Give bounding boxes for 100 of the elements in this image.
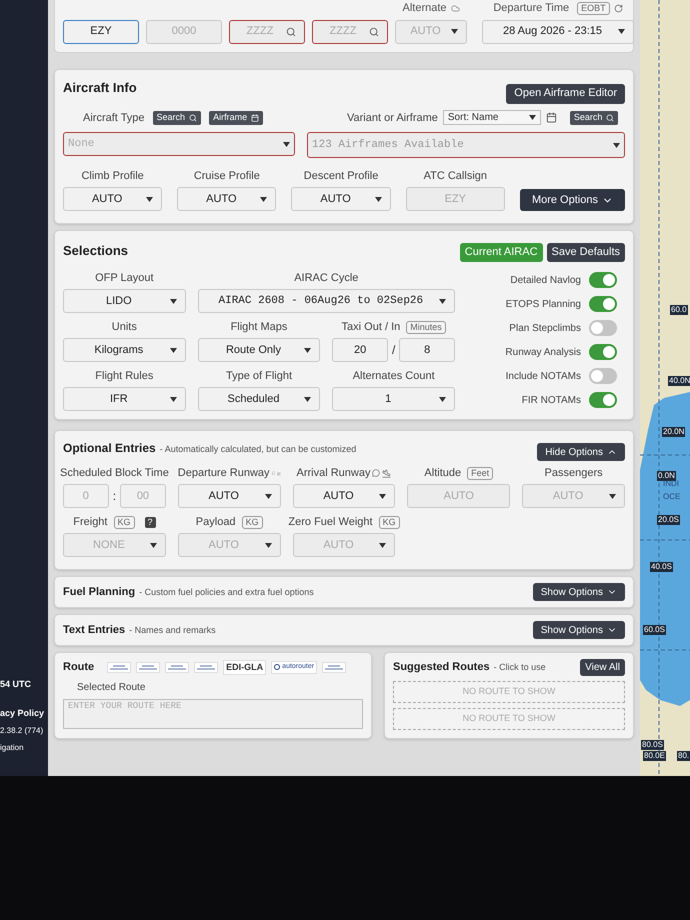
sidebar-text[interactable]: acy Policy <box>0 706 48 720</box>
section-title: Aircraft Info <box>63 78 137 96</box>
caret-icon <box>304 396 312 402</box>
select-field[interactable]: 28 Aug 2026 - 23:15 <box>482 20 634 44</box>
field-label: Departure Runway <box>178 466 270 481</box>
empty-route-box: NO ROUTE TO SHOW <box>393 708 625 730</box>
sort-select[interactable]: Sort: Name <box>442 110 541 126</box>
caret-icon <box>264 542 272 548</box>
more-options-button[interactable]: More Options <box>520 189 625 211</box>
select-field[interactable]: AUTO <box>291 187 391 211</box>
current-airac-button[interactable]: Current AIRAC <box>460 243 543 262</box>
map-label: 80.0E <box>643 751 666 761</box>
caret-icon <box>150 542 157 548</box>
select-field[interactable]: AUTO <box>63 187 162 211</box>
map-label: OCE <box>663 492 680 502</box>
caret-icon <box>438 396 446 402</box>
toggle-label: FIR NOTAMs <box>522 394 581 408</box>
section-title: Fuel Planning <box>63 584 136 600</box>
toggle-switch[interactable] <box>589 368 617 384</box>
section-title: Optional Entries <box>63 440 156 457</box>
caret-icon <box>379 542 386 548</box>
select-field[interactable]: AUTO <box>292 484 396 508</box>
field-label: Type of Flight <box>226 368 292 384</box>
field-label: Alternate <box>402 1 447 16</box>
field-label: ATC Callsign <box>424 168 487 184</box>
select-field[interactable]: AUTO <box>177 187 276 211</box>
input-field[interactable]: 20 <box>332 338 388 362</box>
map-label: 20.0S <box>657 515 680 525</box>
map-label: 80. <box>677 751 690 761</box>
sidebar-text: 2.38.2 (774) <box>0 725 44 737</box>
unit-badge: KG <box>378 516 400 528</box>
provider-link[interactable]: EDI-GLA <box>223 660 266 675</box>
caret-icon <box>264 494 272 498</box>
caret-icon <box>618 29 625 34</box>
section-title: Selections <box>63 242 128 260</box>
section-title: Text Entries <box>63 622 126 638</box>
unit-badge: Feet <box>467 466 494 480</box>
section-title: Route <box>63 660 94 675</box>
toggle-switch[interactable] <box>589 344 617 360</box>
toggle-switch[interactable] <box>589 272 617 288</box>
select-field[interactable]: AIRAC 2608 - 06Aug26 to 02Sep26 <box>198 289 455 313</box>
select-field[interactable]: Scheduled <box>198 387 320 411</box>
options-button[interactable]: Show Options <box>532 621 625 639</box>
refresh-icon[interactable] <box>614 4 623 13</box>
toggle-label: Plan Stepclimbs <box>509 322 581 336</box>
view-all-button[interactable]: View All <box>580 659 625 676</box>
field-label: Payload <box>196 514 236 530</box>
separator-text: / <box>392 342 396 359</box>
field-label: Arrival Runway <box>296 466 370 481</box>
toggle-switch[interactable] <box>589 320 617 336</box>
select-field[interactable]: Route Only <box>198 338 320 362</box>
caret-icon <box>379 494 386 498</box>
search-icon <box>286 26 296 36</box>
field-label: Alternates Count <box>352 368 435 384</box>
field-label: Departure Time <box>493 1 570 16</box>
map-label: 20.0N <box>662 427 686 437</box>
field-label: Cruise Profile <box>194 168 260 184</box>
select-field[interactable]: LIDO <box>63 289 186 313</box>
cloud-icon <box>450 4 460 13</box>
provider-logo-icon[interactable] <box>322 662 346 673</box>
input-field[interactable]: EZY <box>63 20 139 44</box>
caret-icon <box>170 348 177 352</box>
field-label: Freight <box>73 514 108 530</box>
save-defaults-button[interactable]: Save Defaults <box>546 243 625 262</box>
plane-landing-icon <box>382 468 392 478</box>
calendar-icon[interactable] <box>546 112 557 124</box>
separator-text: : <box>112 488 116 505</box>
options-button[interactable]: Hide Options <box>537 443 625 461</box>
select-field[interactable]: 1 <box>332 387 455 411</box>
provider-logo-icon[interactable] <box>165 662 190 673</box>
provider-logo-icon[interactable] <box>194 662 218 673</box>
help-badge[interactable]: ? <box>144 516 156 528</box>
select-field[interactable]: IFR <box>63 387 186 411</box>
map-label: 40.0S <box>650 562 673 572</box>
toggle-switch[interactable] <box>589 296 617 312</box>
select-field[interactable]: Kilograms <box>63 338 186 362</box>
toggle-label: Detailed Navlog <box>510 274 581 288</box>
search-button[interactable]: Search <box>152 110 202 125</box>
search-icon <box>369 26 379 36</box>
sidebar-text: igation <box>0 742 25 754</box>
caret-icon <box>451 29 458 34</box>
caret-icon <box>170 396 177 402</box>
field-label: Flight Rules <box>95 368 154 384</box>
toggle-switch[interactable] <box>589 392 617 408</box>
section-subtitle: - Custom fuel policies and extra fuel options <box>139 586 314 599</box>
field-label: Passengers <box>544 466 603 481</box>
provider-logo-icon[interactable] <box>136 662 160 673</box>
input-field[interactable]: 8 <box>399 338 455 362</box>
comment-icon <box>372 469 380 477</box>
open-airframe-editor-button[interactable]: Open Airframe Editor <box>506 84 625 104</box>
caret-icon <box>374 196 382 202</box>
caret-icon <box>304 348 312 352</box>
select-field[interactable]: AUTO <box>178 484 281 508</box>
field-label: Aircraft Type <box>83 110 145 126</box>
provider-logo-icon[interactable] <box>107 662 132 673</box>
search-button[interactable]: Search <box>570 110 618 125</box>
airframe-button[interactable]: Airframe <box>209 110 264 125</box>
options-button[interactable]: Show Options <box>532 583 625 601</box>
map-label: INDI <box>663 479 679 489</box>
field-label: AIRAC Cycle <box>294 270 358 286</box>
